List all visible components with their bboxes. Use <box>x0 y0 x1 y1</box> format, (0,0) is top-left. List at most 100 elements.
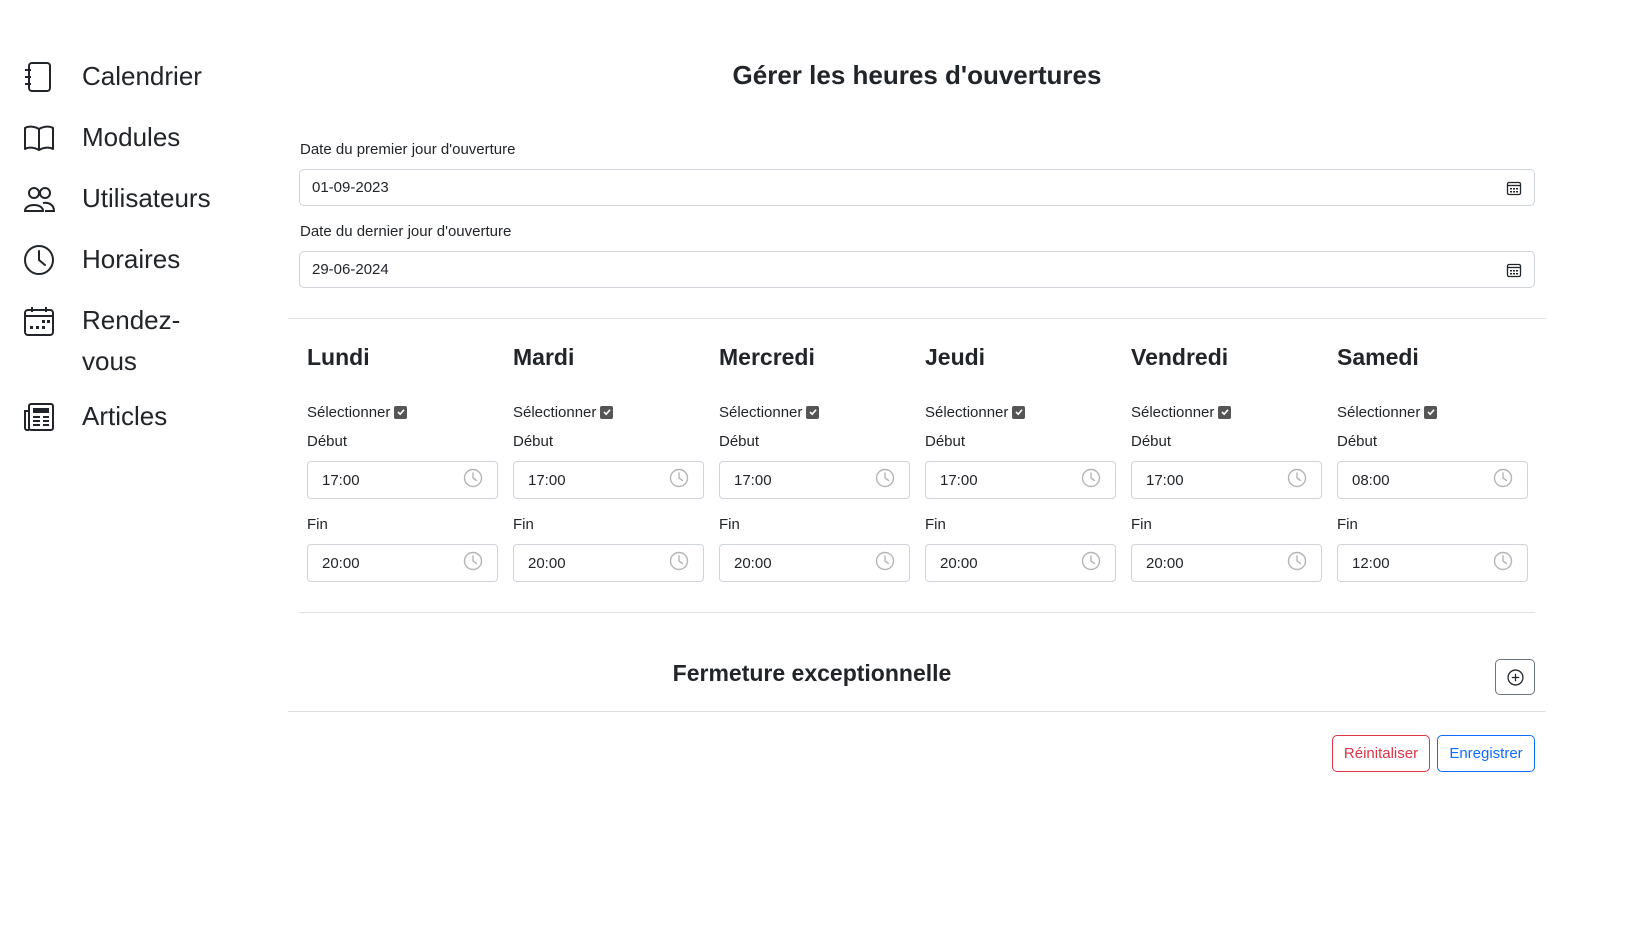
start-time-input[interactable]: 17:00 <box>925 461 1116 499</box>
check-icon <box>809 409 817 416</box>
start-time-value: 08:00 <box>1352 471 1390 489</box>
clock-icon[interactable] <box>669 551 689 575</box>
plus-circle-icon <box>1506 668 1524 686</box>
select-checkbox[interactable] <box>1218 405 1232 419</box>
end-time-input[interactable]: 20:00 <box>513 544 704 582</box>
save-button[interactable]: Enregistrer <box>1437 735 1535 772</box>
start-time-value: 17:00 <box>940 471 978 489</box>
clock-icon[interactable] <box>1287 551 1307 575</box>
end-time-input[interactable]: 12:00 <box>1337 544 1528 582</box>
select-label: Sélectionner <box>719 403 803 421</box>
start-label: Début <box>307 433 348 450</box>
reset-button[interactable]: Réinitaliser <box>1332 735 1430 772</box>
check-icon <box>397 409 405 416</box>
select-row: Sélectionner <box>719 401 910 423</box>
sidebar-item-label: Horaires <box>82 244 181 274</box>
select-row: Sélectionner <box>513 401 704 423</box>
end-label: Fin <box>1131 516 1152 533</box>
end-time-value: 20:00 <box>734 554 772 572</box>
end-label: Fin <box>307 516 328 533</box>
clock-icon <box>22 243 56 277</box>
start-label: Début <box>925 433 966 450</box>
clock-icon[interactable] <box>669 468 689 492</box>
select-checkbox[interactable] <box>806 405 820 419</box>
add-closure-button[interactable] <box>1495 659 1535 695</box>
start-label: Début <box>1131 433 1172 450</box>
select-row: Sélectionner <box>1337 401 1528 423</box>
select-checkbox[interactable] <box>1424 405 1438 419</box>
day-title: Mardi <box>513 344 575 370</box>
start-time-value: 17:00 <box>322 471 360 489</box>
clock-icon[interactable] <box>875 468 895 492</box>
sidebar-item-label: Calendrier <box>82 61 202 91</box>
end-time-input[interactable]: 20:00 <box>719 544 910 582</box>
start-time-input[interactable]: 17:00 <box>719 461 910 499</box>
people-icon <box>22 182 56 216</box>
sidebar-item-utilisateurs[interactable]: Utilisateurs <box>22 182 232 219</box>
select-label: Sélectionner <box>307 403 391 421</box>
day-title: Mercredi <box>719 344 815 370</box>
day-column: Mercredi Sélectionner Début 17:00 Fin 20:00 <box>719 340 910 582</box>
day-column: Jeudi Sélectionner Début 17:00 Fin 20:00 <box>925 340 1116 582</box>
start-time-input[interactable]: 17:00 <box>1131 461 1322 499</box>
sidebar-item-horaires[interactable]: Horaires <box>22 243 232 280</box>
select-label: Sélectionner <box>1131 403 1215 421</box>
day-title: Samedi <box>1337 344 1419 370</box>
end-time-input[interactable]: 20:00 <box>925 544 1116 582</box>
end-label: Fin <box>513 516 534 533</box>
clock-icon[interactable] <box>875 551 895 575</box>
start-time-input[interactable]: 17:00 <box>513 461 704 499</box>
sidebar-item-articles[interactable]: Articles <box>22 400 232 437</box>
exceptional-closure-title: Fermeture exceptionnelle <box>672 660 952 686</box>
sidebar-item-modules[interactable]: Modules <box>22 121 232 158</box>
start-time-value: 17:00 <box>528 471 566 489</box>
select-label: Sélectionner <box>925 403 1009 421</box>
select-checkbox[interactable] <box>1012 405 1026 419</box>
journal-icon <box>22 60 56 94</box>
start-time-input[interactable]: 17:00 <box>307 461 498 499</box>
clock-icon[interactable] <box>1081 468 1101 492</box>
divider <box>288 711 1546 712</box>
calendar-week-icon <box>22 304 56 338</box>
clock-icon[interactable] <box>1493 468 1513 492</box>
check-icon <box>1427 409 1435 416</box>
end-time-input[interactable]: 20:00 <box>1131 544 1322 582</box>
start-label: Début <box>719 433 760 450</box>
divider <box>288 318 1546 319</box>
first-day-label: Date du premier jour d'ouverture <box>300 141 516 158</box>
start-time-input[interactable]: 08:00 <box>1337 461 1528 499</box>
day-title: Lundi <box>307 344 370 370</box>
select-checkbox[interactable] <box>394 405 408 419</box>
start-label: Début <box>513 433 554 450</box>
sidebar-item-label: Articles <box>82 401 168 431</box>
end-time-value: 20:00 <box>322 554 360 572</box>
sidebar-item-label: Utilisateurs <box>82 183 211 213</box>
first-day-input[interactable]: 01-09-2023 <box>299 169 1535 206</box>
day-title: Jeudi <box>925 344 986 370</box>
clock-icon[interactable] <box>1493 551 1513 575</box>
clock-icon[interactable] <box>1287 468 1307 492</box>
select-row: Sélectionner <box>1131 401 1322 423</box>
day-column: Mardi Sélectionner Début 17:00 Fin 20:00 <box>513 340 704 582</box>
check-icon <box>1221 409 1229 416</box>
calendar-icon[interactable] <box>1506 262 1522 278</box>
end-time-input[interactable]: 20:00 <box>307 544 498 582</box>
end-time-value: 20:00 <box>1146 554 1184 572</box>
end-time-value: 12:00 <box>1352 554 1390 572</box>
day-column: Samedi Sélectionner Début 08:00 Fin 12:00 <box>1337 340 1528 582</box>
select-checkbox[interactable] <box>600 405 614 419</box>
sidebar-item-rendez-vous[interactable]: Rendez-vous <box>22 304 232 382</box>
newspaper-icon <box>22 400 56 434</box>
last-day-input[interactable]: 29-06-2024 <box>299 251 1535 288</box>
last-day-label: Date du dernier jour d'ouverture <box>300 223 512 240</box>
sidebar-item-calendrier[interactable]: Calendrier <box>22 60 232 97</box>
clock-icon[interactable] <box>463 551 483 575</box>
select-row: Sélectionner <box>307 401 498 423</box>
start-time-value: 17:00 <box>734 471 772 489</box>
check-icon <box>603 409 611 416</box>
end-time-value: 20:00 <box>528 554 566 572</box>
calendar-icon[interactable] <box>1506 180 1522 196</box>
clock-icon[interactable] <box>463 468 483 492</box>
clock-icon[interactable] <box>1081 551 1101 575</box>
sidebar-item-label: Modules <box>82 122 181 152</box>
